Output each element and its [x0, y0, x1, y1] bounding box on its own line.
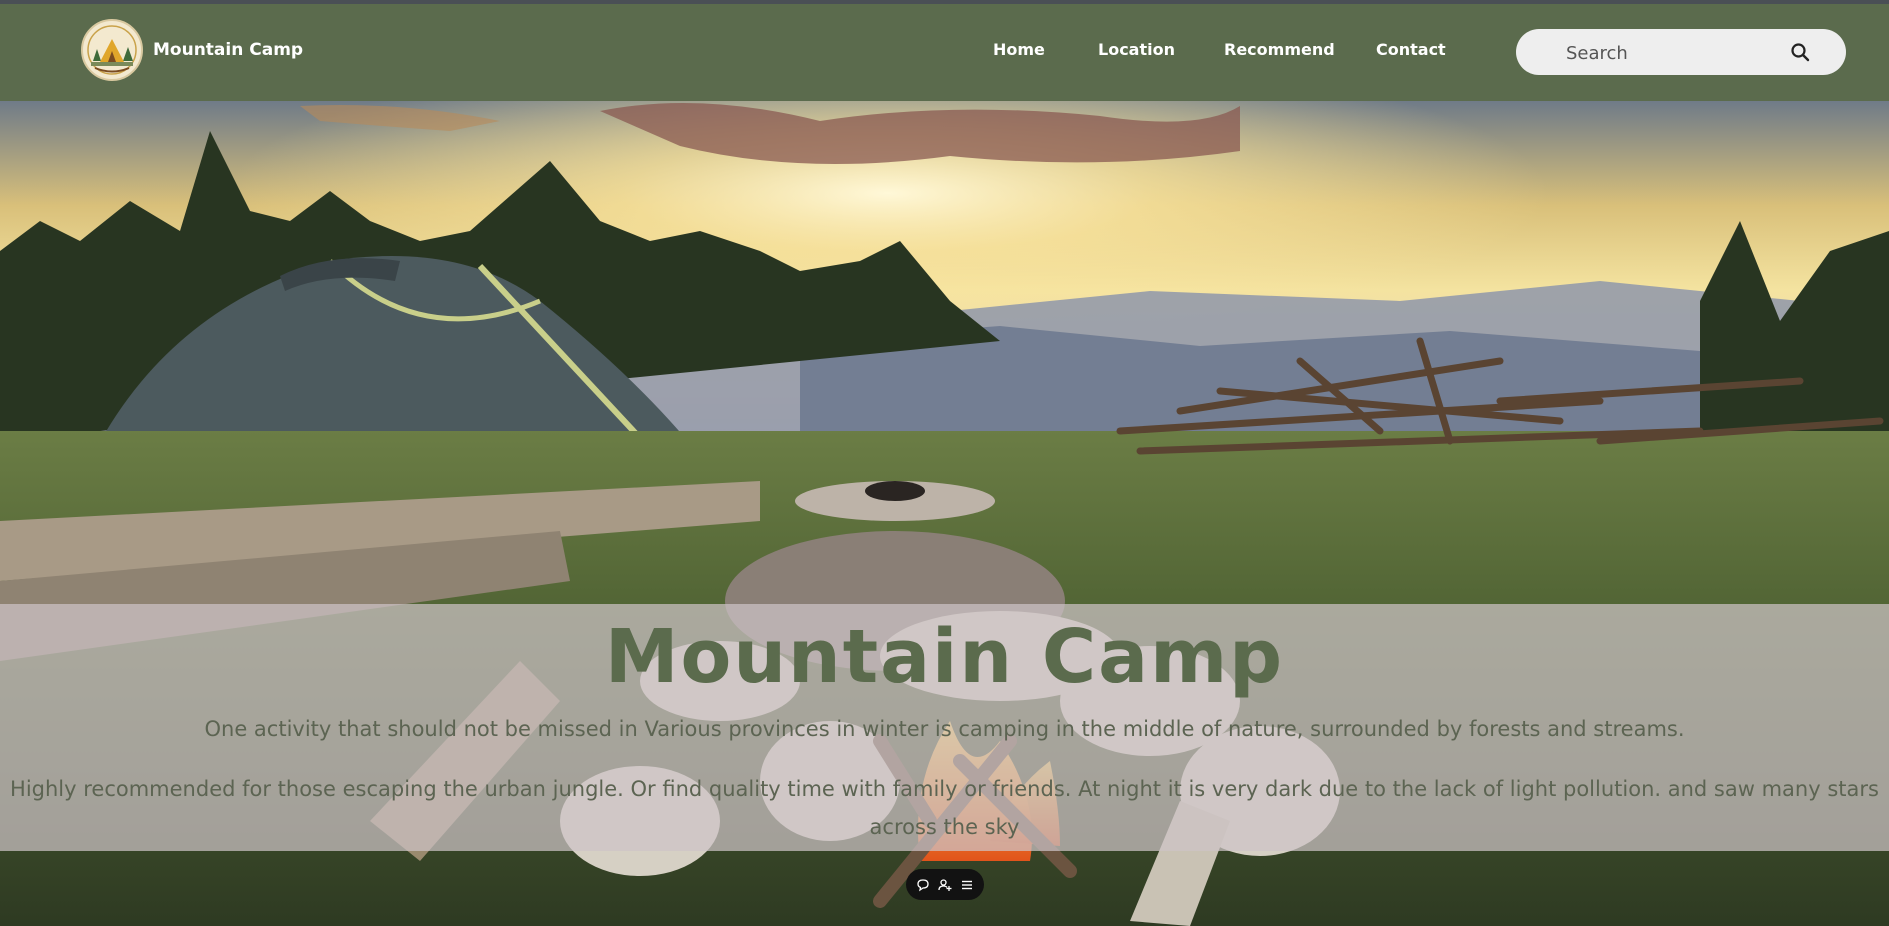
search-icon[interactable]: [1790, 42, 1810, 62]
nav-location[interactable]: Location: [1098, 40, 1175, 59]
search-input[interactable]: [1564, 37, 1788, 69]
hero-title: Mountain Camp: [604, 614, 1285, 700]
menu-icon[interactable]: [958, 876, 976, 894]
comment-icon[interactable]: [914, 876, 932, 894]
nav-home[interactable]: Home: [993, 40, 1045, 59]
floating-toolbar: [906, 869, 984, 900]
nav-recommend[interactable]: Recommend: [1224, 40, 1335, 59]
nav-contact[interactable]: Contact: [1376, 40, 1446, 59]
hero-section: Mountain Camp One activity that should n…: [0, 101, 1889, 926]
hero-paragraph-2: Highly recommended for those escaping th…: [10, 777, 1879, 839]
search-box: [1516, 29, 1846, 75]
hero-paragraph-1: One activity that should not be missed i…: [204, 717, 1685, 741]
add-user-icon[interactable]: [936, 876, 954, 894]
hero-text-overlay: Mountain Camp One activity that should n…: [0, 604, 1889, 851]
navbar: Mountain Camp Home Location Recommend Co…: [0, 4, 1889, 101]
